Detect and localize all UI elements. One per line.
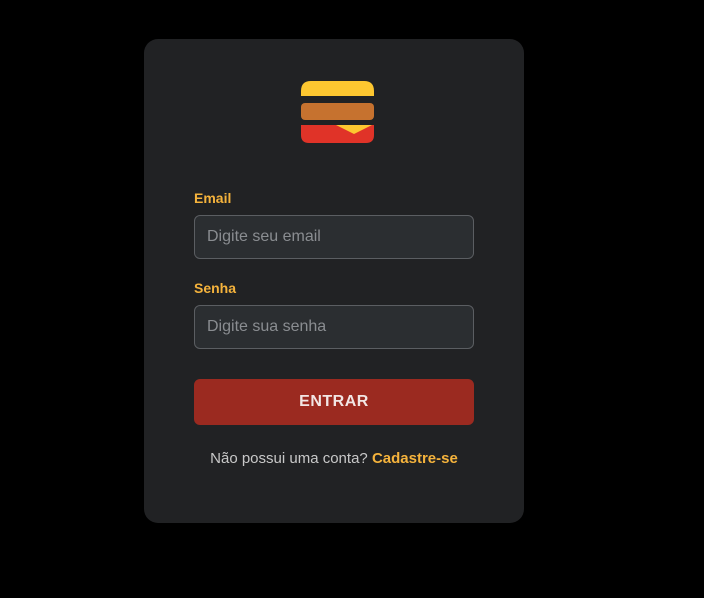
email-label: Email [194, 190, 232, 206]
signup-link[interactable]: Cadastre-se [372, 450, 458, 467]
signup-prompt: Não possui uma conta? Cadastre-se [144, 450, 524, 467]
email-field[interactable] [194, 215, 474, 259]
password-field[interactable] [194, 305, 474, 349]
signup-prompt-text: Não possui uma conta? [210, 450, 368, 467]
login-button[interactable]: ENTRAR [194, 379, 474, 425]
password-label: Senha [194, 280, 237, 296]
login-card: Email Senha ENTRAR Não possui uma conta?… [144, 39, 524, 523]
burger-icon [301, 81, 374, 143]
